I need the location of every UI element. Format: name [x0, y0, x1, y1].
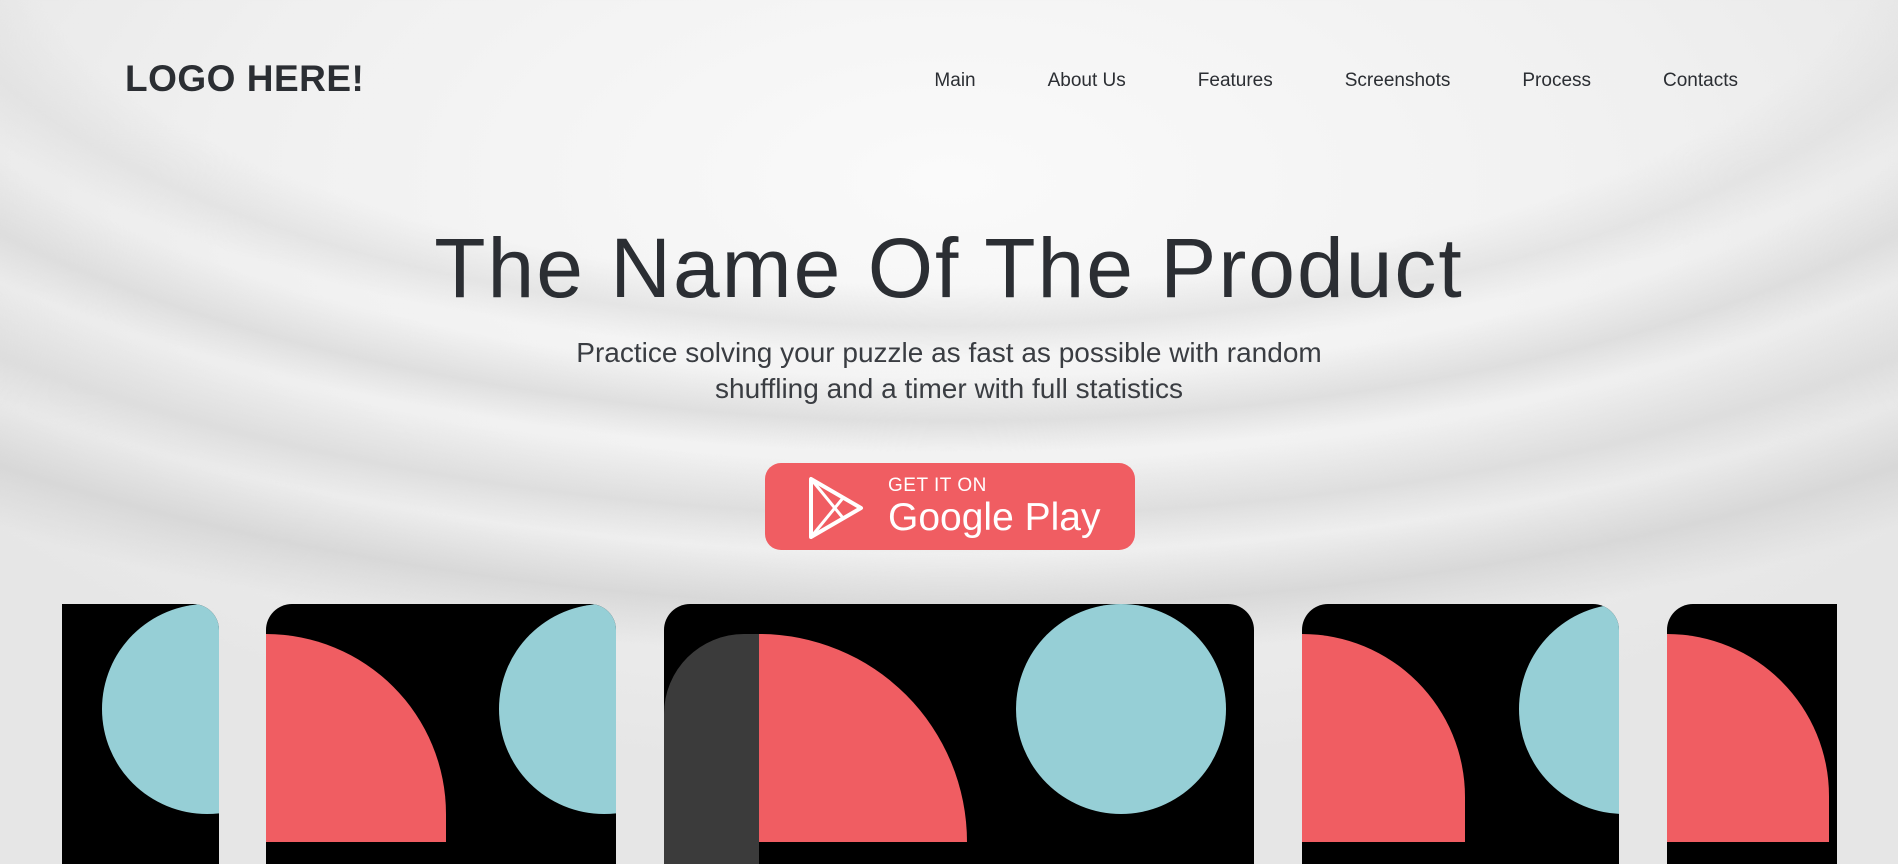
screenshot-card[interactable]: [1667, 604, 1837, 864]
logo[interactable]: LOGO HERE!: [125, 58, 364, 100]
screenshot-card[interactable]: [266, 604, 616, 864]
screenshot-card[interactable]: [62, 604, 219, 864]
nav-main[interactable]: Main: [934, 70, 975, 92]
main-nav: Main About Us Features Screenshots Proce…: [934, 70, 1738, 92]
screenshot-gray-panel: [664, 634, 759, 864]
google-play-big-text: Google Play: [888, 496, 1101, 539]
screenshot-teal-circle: [1016, 604, 1226, 814]
screenshot-teal-circle: [102, 604, 219, 814]
nav-process[interactable]: Process: [1522, 70, 1591, 92]
play-store-icon: [809, 477, 863, 539]
nav-features[interactable]: Features: [1198, 70, 1273, 92]
screenshot-red-quarter: [1667, 634, 1829, 842]
screenshot-red-quarter: [266, 634, 446, 842]
nav-contacts[interactable]: Contacts: [1663, 70, 1738, 92]
screenshot-red-quarter: [759, 634, 967, 842]
screenshot-teal-circle: [1519, 604, 1619, 814]
nav-screenshots[interactable]: Screenshots: [1345, 70, 1451, 92]
site-header: LOGO HERE! Main About Us Features Screen…: [0, 0, 1898, 164]
screenshot-card[interactable]: [1302, 604, 1619, 864]
screenshot-card-featured[interactable]: [664, 604, 1254, 864]
screenshot-red-quarter: [1302, 634, 1465, 842]
hero-title: The Name Of The Product: [434, 221, 1464, 315]
nav-about-us[interactable]: About Us: [1048, 70, 1126, 92]
google-play-small-text: GET IT ON: [888, 475, 987, 496]
hero-subtitle: Practice solving your puzzle as fast as …: [576, 337, 1322, 404]
screenshot-teal-circle: [499, 604, 616, 814]
google-play-button[interactable]: GET IT ON Google Play: [765, 463, 1135, 550]
